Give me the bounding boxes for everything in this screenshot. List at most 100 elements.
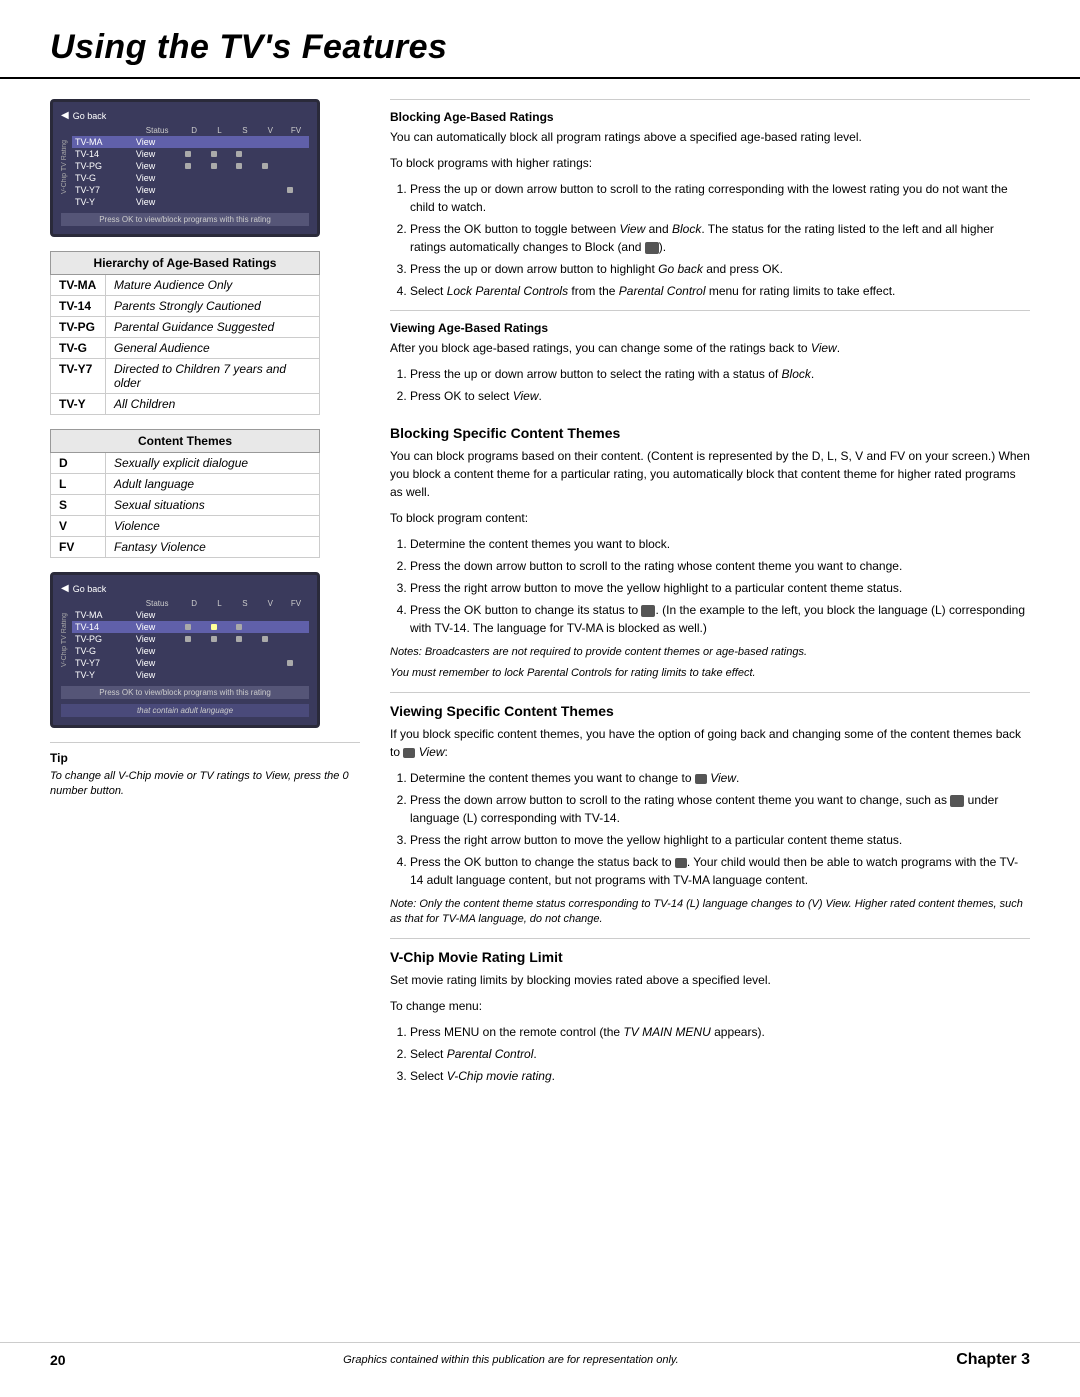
col2-rating <box>72 598 133 609</box>
rating-y7: TV-Y7 <box>72 184 133 196</box>
tv-row-g: TV-G View <box>72 172 309 184</box>
content-themes-table: Content Themes DSexually explicit dialog… <box>50 429 320 558</box>
status2-ma: View <box>133 609 181 621</box>
col-fv: FV <box>283 125 309 136</box>
content-area: ◀ Go back V-Chip TV Rating Status <box>0 99 1080 1095</box>
fv2-14 <box>283 621 309 633</box>
blocking-age-subtext: To block programs with higher ratings: <box>390 154 1030 172</box>
view-icon <box>403 748 415 758</box>
blocking-specific-section: Blocking Specific Content Themes You can… <box>390 415 1030 682</box>
dots-g <box>181 172 309 184</box>
theme-desc: Sexually explicit dialogue <box>106 453 320 474</box>
theme-desc: Sexual situations <box>106 495 320 516</box>
view-icon-2 <box>695 774 707 784</box>
s-14 <box>232 148 257 160</box>
blocking-specific-intro: You can block programs based on their co… <box>390 447 1030 501</box>
vchip-step-1: Press MENU on the remote control (the TV… <box>410 1023 1030 1041</box>
age-desc: General Audience <box>106 338 320 359</box>
rating2-y: TV-Y <box>72 669 133 681</box>
page: Using the TV's Features ◀ Go back V-Chip… <box>0 0 1080 1397</box>
vchip-steps: Press MENU on the remote control (the TV… <box>390 1023 1030 1085</box>
status2-14: View <box>133 621 181 633</box>
viewing-age-step-1: Press the up or down arrow button to sel… <box>410 365 1030 383</box>
blocking-specific-step-2: Press the down arrow button to scroll to… <box>410 557 1030 575</box>
tv-row-y: TV-Y View <box>72 196 309 208</box>
age-desc: Parents Strongly Cautioned <box>106 296 320 317</box>
back-arrow-1: ◀ <box>61 110 69 121</box>
go-back-label-1: Go back <box>73 111 107 121</box>
content-theme-row: VViolence <box>51 516 320 537</box>
tv-row-ma: TV-MA View <box>72 136 309 148</box>
blocking-age-step-1: Press the up or down arrow button to scr… <box>410 180 1030 216</box>
viewing-age-step-2: Press OK to select View. <box>410 387 1030 405</box>
footer-page-number: 20 <box>50 1352 66 1368</box>
l-pg <box>207 160 232 172</box>
theme-desc: Fantasy Violence <box>106 537 320 558</box>
l2-pg <box>207 633 232 645</box>
age-rating-row: TV-MAMature Audience Only <box>51 275 320 296</box>
side-label-2: V-Chip TV Rating <box>61 613 68 667</box>
footer-center-text: Graphics contained within this publicati… <box>343 1354 678 1366</box>
s-pg <box>232 160 257 172</box>
status-bar-1: Press OK to view/block programs with thi… <box>61 213 309 226</box>
dots-y7 <box>181 184 283 196</box>
back-arrow-2: ◀ <box>61 583 69 594</box>
tv-row-14: TV-14 View <box>72 148 309 160</box>
rating-14: TV-14 <box>72 148 133 160</box>
tv2-row-ma: TV-MA View <box>72 609 309 621</box>
d2-pg <box>181 633 206 645</box>
blocking-specific-step-4: Press the OK button to change its status… <box>410 601 1030 637</box>
tv-ratings-table-2: Status D L S V FV TV-MA <box>72 598 309 681</box>
dots2-y <box>181 669 309 681</box>
viewing-specific-title: Viewing Specific Content Themes <box>390 703 1030 719</box>
side-label-1: V-Chip TV Rating <box>61 140 68 194</box>
age-code: TV-Y7 <box>51 359 106 394</box>
page-footer: 20 Graphics contained within this public… <box>0 1342 1080 1377</box>
status-14: View <box>133 148 181 160</box>
v2-14 <box>258 621 283 633</box>
dots2-g <box>181 645 309 657</box>
age-desc: Directed to Children 7 years and older <box>106 359 320 394</box>
col2-s: S <box>232 598 257 609</box>
col-s: S <box>232 125 257 136</box>
age-code: TV-14 <box>51 296 106 317</box>
tv2-row-y7: TV-Y7 View <box>72 657 309 669</box>
theme-code: L <box>51 474 106 495</box>
col2-fv: FV <box>283 598 309 609</box>
status2-pg: View <box>133 633 181 645</box>
age-code: TV-Y <box>51 394 106 415</box>
tip-section: Tip To change all V-Chip movie or TV rat… <box>50 742 360 800</box>
age-rating-row: TV-14Parents Strongly Cautioned <box>51 296 320 317</box>
col-l: L <box>207 125 232 136</box>
age-ratings-table: Hierarchy of Age-Based Ratings TV-MAMatu… <box>50 251 320 415</box>
go-back-row-2: ◀ Go back <box>61 583 309 594</box>
vchip-subtext: To change menu: <box>390 997 1030 1015</box>
age-code: TV-PG <box>51 317 106 338</box>
tv2-row-14: TV-14 View <box>72 621 309 633</box>
status2-g: View <box>133 645 181 657</box>
viewing-specific-steps: Determine the content themes you want to… <box>390 769 1030 889</box>
vchip-intro: Set movie rating limits by blocking movi… <box>390 971 1030 989</box>
viewing-age-section: Viewing Age-Based Ratings After you bloc… <box>390 310 1030 405</box>
theme-desc: Violence <box>106 516 320 537</box>
status-bar-2: Press OK to view/block programs with thi… <box>61 686 309 699</box>
blocking-specific-subtext: To block program content: <box>390 509 1030 527</box>
age-rating-row: TV-PGParental Guidance Suggested <box>51 317 320 338</box>
tv2-row-pg: TV-PG View <box>72 633 309 645</box>
tv-row-pg: TV-PG View <box>72 160 309 172</box>
dots-y <box>181 196 309 208</box>
tv-content-2: Status D L S V FV TV-MA <box>72 598 309 681</box>
tv-screen-2: ◀ Go back V-Chip TV Rating Status <box>50 572 320 728</box>
age-ratings-header: Hierarchy of Age-Based Ratings <box>51 252 320 275</box>
rating-pg: TV-PG <box>72 160 133 172</box>
col-rating <box>72 125 133 136</box>
tip-label: Tip <box>50 751 360 765</box>
content-theme-row: SSexual situations <box>51 495 320 516</box>
page-header: Using the TV's Features <box>0 0 1080 79</box>
age-code: TV-G <box>51 338 106 359</box>
dots-ma <box>181 136 309 148</box>
col2-l: L <box>207 598 232 609</box>
blocking-age-intro: You can automatically block all program … <box>390 128 1030 146</box>
blocking-age-steps: Press the up or down arrow button to scr… <box>390 180 1030 300</box>
theme-code: V <box>51 516 106 537</box>
